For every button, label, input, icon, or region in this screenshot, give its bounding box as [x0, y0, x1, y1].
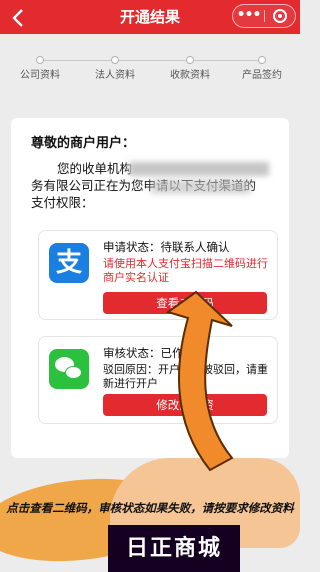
text-line-3: 支付权限： [31, 195, 94, 210]
channel-status: 申请状态：待联系人确认 [103, 240, 230, 254]
progress-steps: 公司资料 法人资料 收款资料 产品签约 [0, 34, 300, 90]
view-qrcode-button[interactable]: 查看二维码 [103, 292, 267, 314]
miniprogram-capsule: ••• [232, 4, 296, 28]
step-label: 收款资料 [170, 70, 210, 81]
text-line-1: 您的收单机构 [57, 161, 133, 176]
instruction-caption: 点击查看二维码，审核状态如果失败，请按要求修改资料 [6, 501, 294, 515]
step-legal-person: 法人资料 [80, 52, 150, 82]
step-label: 产品签约 [242, 70, 282, 81]
header-bar: 开通结果 ••• [0, 0, 300, 34]
channel-note: 请使用本人支付宝扫描二维码进行商户实名认证 [103, 257, 268, 284]
more-button[interactable]: ••• [233, 5, 264, 27]
brand-watermark: 日正商城 [108, 525, 240, 572]
brand-logo: 日正商城 [125, 536, 222, 561]
edit-merchant-button[interactable]: 修改商户资 [103, 394, 267, 416]
step-company: 公司资料 [5, 52, 75, 82]
step-payment: 收款资料 [155, 52, 225, 82]
step-dot [111, 56, 119, 64]
wechat-icon [49, 349, 89, 389]
step-dot [186, 56, 194, 64]
result-card: 尊敬的商户用户： 您的收单机构 务有限公司正在为您申请以下支付渠道的 支付权限：… [11, 118, 289, 458]
step-label: 法人资料 [95, 70, 135, 81]
close-miniprogram-icon[interactable] [273, 9, 287, 23]
redaction-blur [129, 162, 269, 176]
channel-status: 审核状态：已作 [103, 346, 184, 360]
wechat-bubbles [55, 357, 83, 381]
step-dot [258, 56, 266, 64]
alipay-channel: 支 申请状态：待联系人确认 请使用本人支付宝扫描二维码进行商户实名认证 查看二维… [38, 230, 278, 320]
wechat-channel: 审核状态：已作 驳回原因：开户申请被驳回，请重新进行开户 修改商户资 [38, 336, 278, 424]
redaction-blur [151, 180, 251, 194]
alipay-icon: 支 [49, 243, 89, 283]
greeting: 尊敬的商户用户： [31, 136, 136, 151]
step-label: 公司资料 [20, 70, 60, 81]
step-dot [36, 56, 44, 64]
step-product: 产品签约 [227, 52, 297, 82]
capsule-divider [264, 10, 265, 22]
channel-reject-reason: 驳回原因：开户申请被驳回，请重新进行开户 [103, 363, 268, 390]
